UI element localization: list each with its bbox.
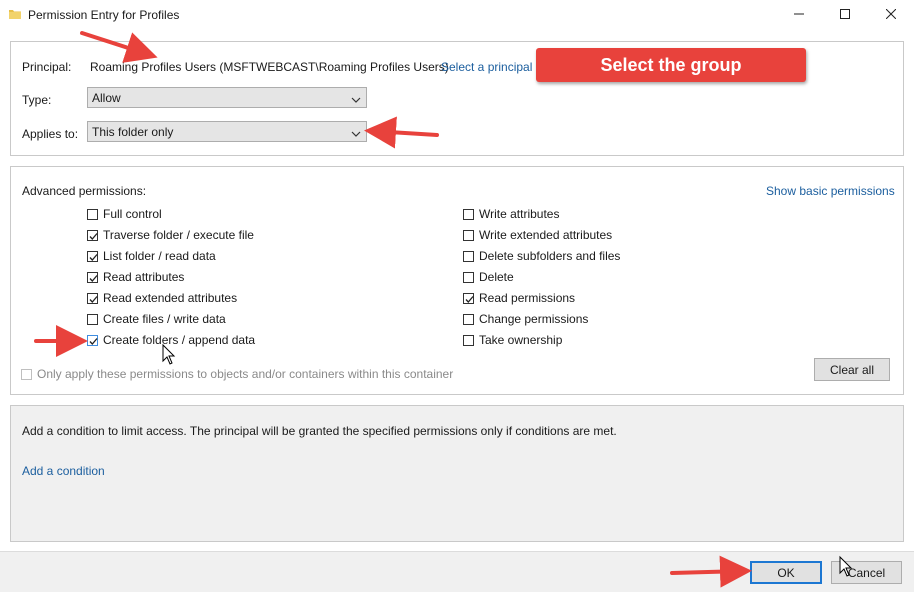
unchecked-checkbox-icon	[463, 271, 474, 283]
maximize-button[interactable]	[822, 0, 868, 30]
permission-checkbox[interactable]: Read attributes	[87, 269, 184, 285]
unchecked-checkbox-icon	[87, 313, 98, 325]
permission-checkbox[interactable]: List folder / read data	[87, 248, 216, 264]
permission-checkbox[interactable]: Create files / write data	[87, 311, 226, 327]
type-label: Type:	[22, 93, 52, 107]
permission-label: Create folders / append data	[103, 333, 256, 347]
checked-checkbox-icon	[87, 334, 98, 346]
permission-checkbox[interactable]: Write extended attributes	[463, 227, 612, 243]
chevron-down-icon	[351, 127, 361, 137]
checked-checkbox-icon	[87, 250, 98, 262]
principal-label: Principal:	[22, 60, 72, 74]
permission-label: Take ownership	[479, 333, 563, 347]
principal-value: Roaming Profiles Users (MSFTWEBCAST\Roam…	[90, 60, 449, 74]
permission-label: Write extended attributes	[479, 228, 613, 242]
permission-checkbox[interactable]: Delete subfolders and files	[463, 248, 620, 264]
minimize-button[interactable]	[776, 0, 822, 30]
applies-to-label: Applies to:	[22, 127, 79, 141]
unchecked-checkbox-icon	[87, 208, 98, 220]
permission-label: List folder / read data	[103, 249, 216, 263]
close-icon	[885, 8, 897, 22]
clear-all-button[interactable]: Clear all	[814, 358, 890, 381]
permission-label: Delete subfolders and files	[479, 249, 621, 263]
permission-checkbox[interactable]: Write attributes	[463, 206, 559, 222]
condition-panel: Add a condition to limit access. The pri…	[10, 405, 904, 542]
permission-label: Write attributes	[479, 207, 560, 221]
permission-checkbox[interactable]: Delete	[463, 269, 514, 285]
permission-checkbox[interactable]: Take ownership	[463, 332, 562, 348]
unchecked-checkbox-icon	[463, 229, 474, 241]
permission-label: Read permissions	[479, 291, 576, 305]
unchecked-checkbox-icon	[463, 250, 474, 262]
permission-checkbox[interactable]: Change permissions	[463, 311, 588, 327]
permission-checkbox[interactable]: Read permissions	[463, 290, 575, 306]
advanced-permissions-heading: Advanced permissions:	[22, 184, 147, 198]
annotation-callout: Select the group	[536, 48, 806, 82]
checked-checkbox-icon	[87, 292, 98, 304]
checked-checkbox-icon	[87, 271, 98, 283]
permission-checkbox[interactable]: Traverse folder / execute file	[87, 227, 254, 243]
folder-icon	[9, 8, 21, 20]
permission-checkbox[interactable]: Read extended attributes	[87, 290, 237, 306]
checked-checkbox-icon	[463, 292, 474, 304]
permission-label: Full control	[103, 207, 162, 221]
unchecked-checkbox-icon	[463, 334, 474, 346]
dialog-footer: OK Cancel	[0, 551, 914, 592]
title-bar: Permission Entry for Profiles	[0, 0, 914, 30]
permission-label: Traverse folder / execute file	[103, 228, 254, 242]
permission-checkbox[interactable]: Full control	[87, 206, 162, 222]
add-condition-link[interactable]: Add a condition	[22, 464, 105, 478]
unchecked-checkbox-icon	[463, 313, 474, 325]
permissions-panel: Advanced permissions: Show basic permiss…	[10, 166, 904, 395]
checked-checkbox-icon	[87, 229, 98, 241]
cancel-button[interactable]: Cancel	[831, 561, 902, 584]
ok-button[interactable]: OK	[750, 561, 822, 584]
show-basic-permissions-link[interactable]: Show basic permissions	[766, 184, 895, 198]
select-principal-link[interactable]: Select a principal	[441, 60, 532, 74]
checkbox-box	[21, 368, 32, 380]
minimize-icon	[794, 8, 804, 22]
applies-to-dropdown[interactable]: This folder only	[87, 121, 367, 142]
permission-checkbox[interactable]: Create folders / append data	[87, 332, 255, 348]
permission-label: Create files / write data	[103, 312, 226, 326]
type-value: Allow	[92, 91, 121, 105]
permission-label: Read extended attributes	[103, 291, 238, 305]
condition-description: Add a condition to limit access. The pri…	[22, 424, 617, 438]
only-apply-checkbox[interactable]: Only apply these permissions to objects …	[21, 366, 453, 382]
only-apply-label: Only apply these permissions to objects …	[37, 367, 454, 381]
permission-label: Delete	[479, 270, 514, 284]
type-dropdown[interactable]: Allow	[87, 87, 367, 108]
unchecked-checkbox-icon	[463, 208, 474, 220]
permission-label: Read attributes	[103, 270, 185, 284]
chevron-down-icon	[351, 93, 361, 103]
close-button[interactable]	[868, 0, 914, 30]
maximize-icon	[840, 8, 850, 22]
permission-label: Change permissions	[479, 312, 589, 326]
window-title: Permission Entry for Profiles	[28, 8, 180, 22]
applies-to-value: This folder only	[92, 125, 174, 139]
